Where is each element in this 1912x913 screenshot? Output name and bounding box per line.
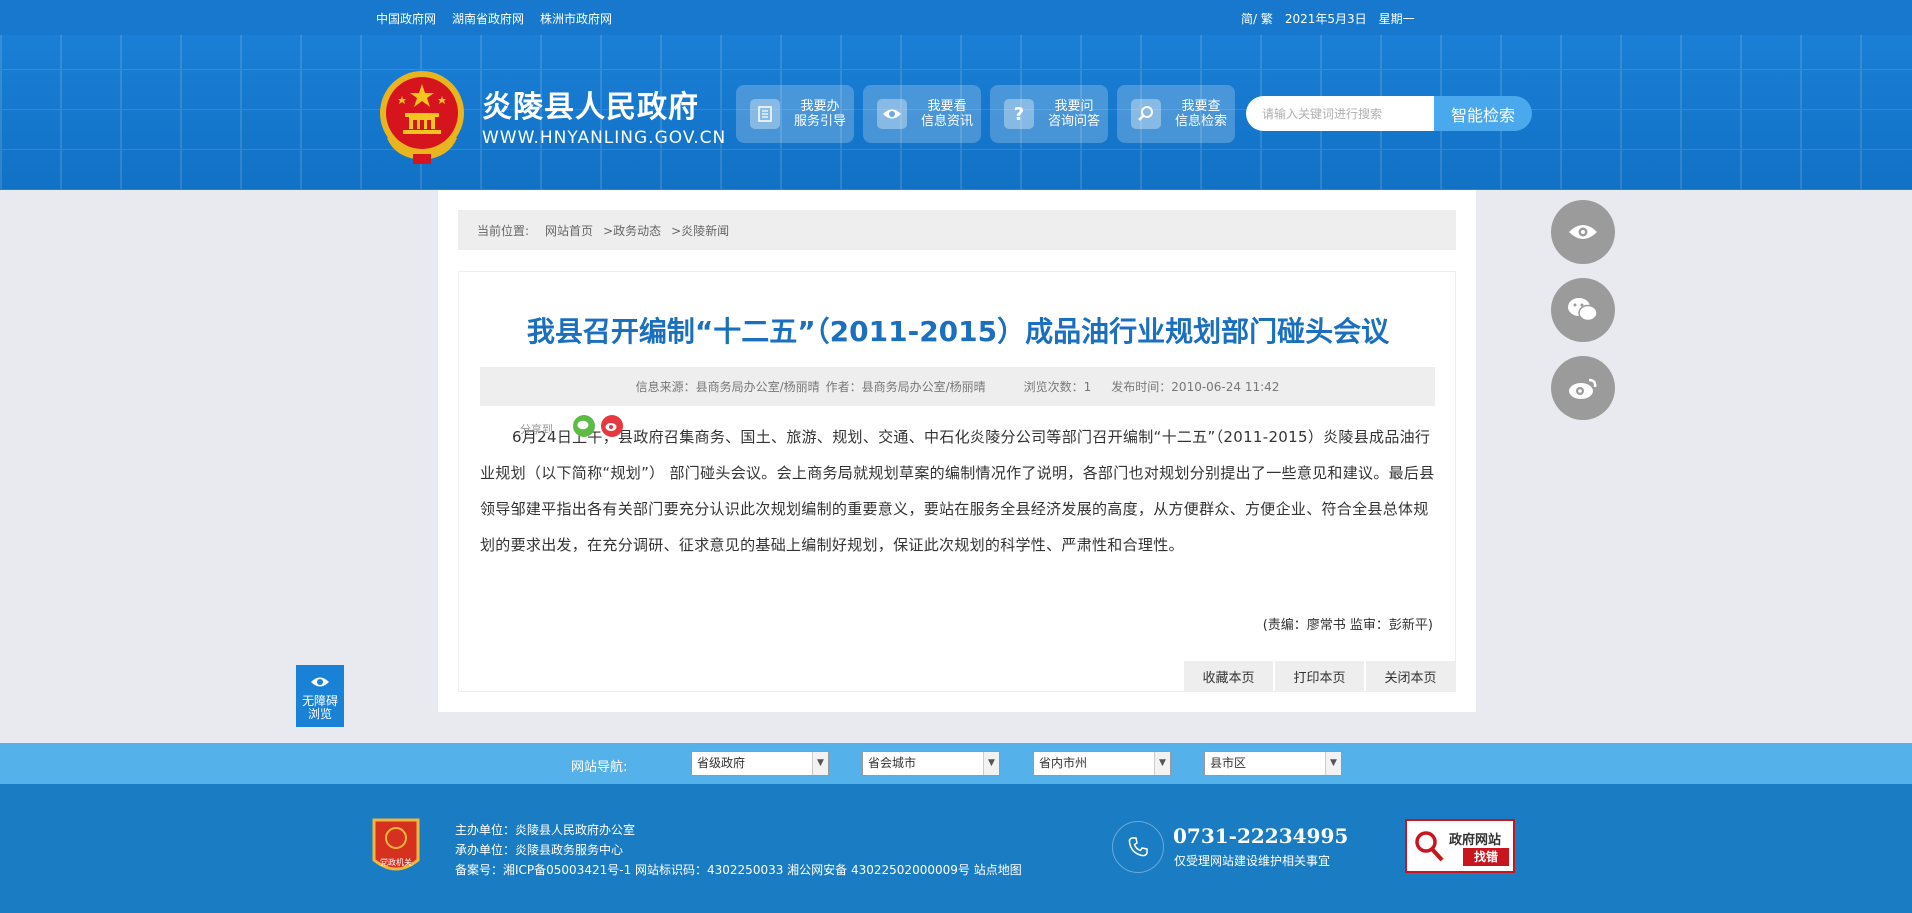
- site-title: 炎陵县人民政府: [482, 90, 699, 125]
- top-right: 简/ 繁 2021年5月3日 星期一: [1241, 10, 1415, 27]
- breadcrumb-prefix: 当前位置:: [477, 223, 530, 238]
- question-icon: ?: [1004, 99, 1034, 129]
- wechat-icon: [1568, 298, 1598, 322]
- article-meta: 信息来源：县商务局办公室/杨丽晴 作者：县商务局办公室/杨丽晴 浏览次数：1 发…: [480, 367, 1435, 406]
- accessibility-button[interactable]: 无障碍 浏览: [296, 665, 344, 727]
- float-weibo-button[interactable]: [1551, 356, 1615, 420]
- main-content: 当前位置: 网站首页 >政务动态 >炎陵新闻 我县召开编制“十二五”（2011-…: [438, 190, 1476, 712]
- footer-phone: 0731-22234995: [1173, 824, 1349, 848]
- share-bar: 分享到: [520, 415, 623, 437]
- breadcrumb: 当前位置: 网站首页 >政务动态 >炎陵新闻: [458, 210, 1456, 250]
- nav-button-retrieval[interactable]: 我要查 信息检索: [1117, 85, 1235, 143]
- current-date: 2021年5月3日: [1284, 12, 1367, 26]
- article-body: 6月24日上午，县政府召集商务、国土、旅游、规划、交通、中石化炎陵分公司等部门召…: [480, 428, 1435, 554]
- breadcrumb-gov-news[interactable]: >政务动态: [603, 222, 661, 239]
- article-author: 作者：县商务局办公室/杨丽晴: [825, 380, 986, 394]
- chevron-down-icon: ▼: [1325, 752, 1341, 775]
- gov-site-error-report-button[interactable]: 政府网站 找错: [1405, 819, 1515, 873]
- lang-switch[interactable]: 简/ 繁: [1241, 10, 1273, 27]
- editor-info: (责编：廖常书 监审：彭新平): [1262, 618, 1433, 633]
- nav-button-information[interactable]: 我要看 信息资讯: [863, 85, 981, 143]
- magnifier-icon: [1415, 831, 1444, 862]
- article-actions: 收藏本页 打印本页 关闭本页: [1184, 661, 1455, 692]
- eye-icon: [877, 99, 907, 129]
- badge-text: 党政机关: [380, 857, 412, 867]
- footer-record[interactable]: 备案号：湘ICP备05003421号-1 网站标识码：4302250033 湘公…: [455, 860, 1022, 880]
- document-icon: [750, 99, 780, 129]
- top-links: 中国政府网 湖南省政府网 株洲市政府网: [376, 10, 612, 27]
- search-icon: [1131, 99, 1161, 129]
- footer-phone-note: 仅受理网站建设维护相关事宜: [1174, 854, 1331, 868]
- select-capital-cities[interactable]: 省会城市 ▼: [862, 751, 1000, 776]
- eye-icon: [311, 677, 329, 687]
- national-emblem-icon[interactable]: [375, 68, 470, 168]
- site-url: WWW.HNYANLING.GOV.CN: [482, 128, 727, 148]
- article-source: 信息来源：县商务局办公室/杨丽晴: [635, 380, 820, 394]
- select-counties[interactable]: 县市区 ▼: [1204, 751, 1342, 776]
- site-header: 炎陵县人民政府 WWW.HNYANLING.GOV.CN 我要办 服务引导 我要…: [0, 35, 1912, 190]
- nav-button-services[interactable]: 我要办 服务引导: [736, 85, 854, 143]
- site-navigation-bar: 网站导航: 省级政府 ▼ 省会城市 ▼ 省内市州 ▼ 县市区 ▼: [0, 743, 1912, 784]
- eye-icon: [1569, 225, 1597, 239]
- nav-button-consult[interactable]: ? 我要问 咨询问答: [990, 85, 1108, 143]
- weibo-icon: [1569, 378, 1597, 399]
- close-page-button[interactable]: 关闭本页: [1366, 661, 1455, 692]
- print-button[interactable]: 打印本页: [1275, 661, 1364, 692]
- article-published: 发布时间：2010-06-24 11:42: [1111, 380, 1280, 394]
- share-label: 分享到: [520, 423, 553, 436]
- breadcrumb-yanling-news[interactable]: >炎陵新闻: [671, 222, 729, 239]
- bookmark-button[interactable]: 收藏本页: [1184, 661, 1273, 692]
- party-gov-badge-icon[interactable]: 党政机关: [370, 816, 422, 878]
- footer-info: 主办单位：炎陵县人民政府办公室 承办单位：炎陵县政务服务中心 备案号：湘ICP备…: [455, 820, 1022, 880]
- wechat-share-icon[interactable]: [573, 415, 595, 437]
- chevron-down-icon: ▼: [812, 752, 828, 775]
- site-nav-label: 网站导航:: [571, 760, 628, 775]
- smart-search-button[interactable]: 智能检索: [1434, 96, 1532, 131]
- select-prefecture-cities[interactable]: 省内市州 ▼: [1033, 751, 1171, 776]
- search-input[interactable]: [1246, 96, 1434, 131]
- article-views: 浏览次数：1: [1023, 380, 1092, 394]
- footer-host: 主办单位：炎陵县人民政府办公室: [455, 823, 636, 837]
- chevron-down-icon: ▼: [1154, 752, 1170, 775]
- current-weekday: 星期一: [1378, 12, 1415, 26]
- link-gov-cn[interactable]: 中国政府网: [376, 10, 436, 27]
- weibo-share-icon[interactable]: [601, 415, 623, 437]
- float-wechat-button[interactable]: [1551, 278, 1615, 342]
- chevron-down-icon: ▼: [983, 752, 999, 775]
- phone-icon: [1112, 821, 1164, 873]
- float-view-button[interactable]: [1551, 200, 1615, 264]
- top-bar: 中国政府网 湖南省政府网 株洲市政府网 简/ 繁 2021年5月3日 星期一: [0, 0, 1912, 35]
- article: 我县召开编制“十二五”（2011-2015）成品油行业规划部门碰头会议 信息来源…: [458, 271, 1456, 692]
- link-zhuzhou-gov[interactable]: 株洲市政府网: [540, 10, 612, 27]
- article-title: 我县召开编制“十二五”（2011-2015）成品油行业规划部门碰头会议: [526, 315, 1390, 348]
- breadcrumb-home[interactable]: 网站首页: [545, 222, 593, 239]
- site-footer: 党政机关 主办单位：炎陵县人民政府办公室 承办单位：炎陵县政务服务中心 备案号：…: [0, 784, 1912, 913]
- footer-organizer: 承办单位：炎陵县政务服务中心: [455, 843, 624, 857]
- link-hunan-gov[interactable]: 湖南省政府网: [452, 10, 524, 27]
- select-provincial-gov[interactable]: 省级政府 ▼: [691, 751, 829, 776]
